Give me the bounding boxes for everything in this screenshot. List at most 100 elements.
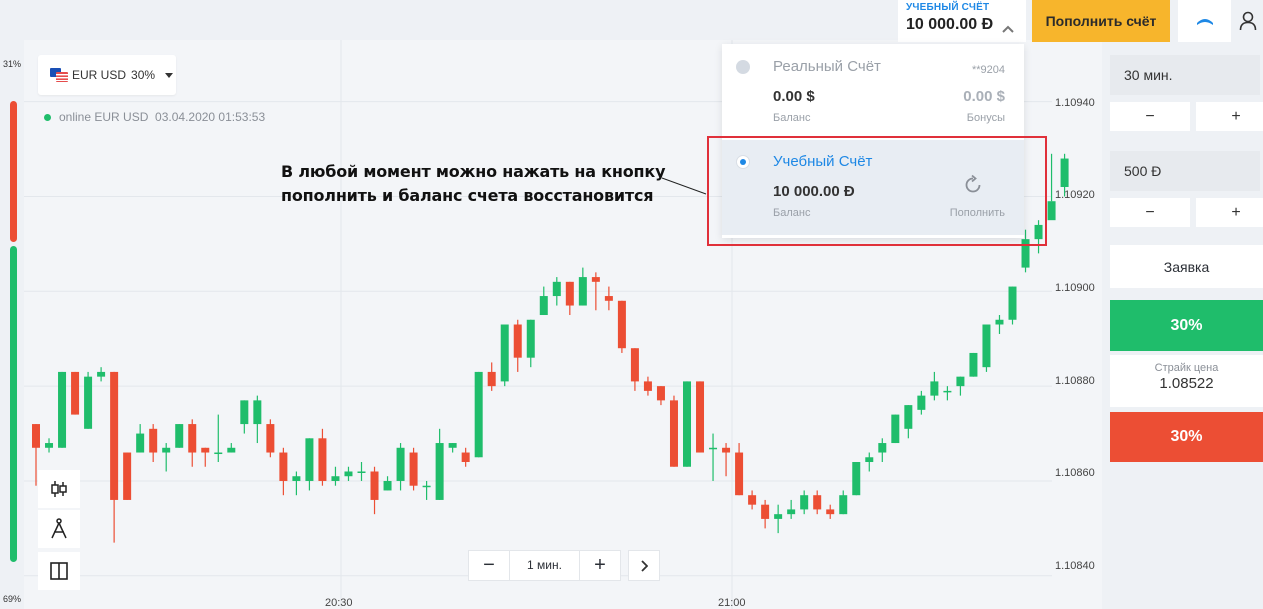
candle-body bbox=[748, 495, 757, 505]
candle-body bbox=[409, 452, 418, 486]
candle-body bbox=[136, 433, 145, 453]
y-tick-label: 1.10880 bbox=[1055, 375, 1095, 387]
candle-body bbox=[175, 424, 184, 448]
amount-minus-button[interactable]: − bbox=[1110, 198, 1190, 227]
y-tick-label: 1.10840 bbox=[1055, 560, 1095, 572]
candle-body bbox=[214, 452, 223, 455]
candle-body bbox=[1047, 201, 1056, 221]
duration-plus-button[interactable]: + bbox=[1196, 102, 1263, 131]
candle-body bbox=[917, 395, 926, 410]
candle-body bbox=[370, 471, 379, 500]
candle-body bbox=[240, 400, 249, 425]
candle-body bbox=[813, 495, 822, 510]
timeframe-label: 1 мин. bbox=[509, 551, 580, 580]
x-tick-label: 20:30 bbox=[325, 597, 353, 609]
account-type-label: УЧЕБНЫЙ СЧЁТ bbox=[906, 2, 990, 13]
y-tick-label: 1.10860 bbox=[1055, 467, 1095, 479]
candle-body bbox=[878, 443, 887, 453]
candle-body bbox=[930, 381, 939, 396]
duration-minus-button[interactable]: − bbox=[1110, 102, 1190, 131]
candle-body bbox=[617, 300, 626, 349]
candle-body bbox=[591, 277, 600, 282]
call-button[interactable]: 30% bbox=[1110, 300, 1263, 351]
compass-drawing-icon[interactable] bbox=[38, 510, 80, 548]
zoom-out-button[interactable]: − bbox=[469, 551, 509, 580]
candle-body bbox=[1008, 286, 1017, 320]
graduation-cap-icon[interactable] bbox=[1178, 0, 1231, 42]
candle-body bbox=[865, 457, 874, 463]
sentiment-bar-up bbox=[10, 246, 17, 562]
annotation-text: В любой момент можно нажать на кнопку по… bbox=[281, 160, 665, 208]
candle-body bbox=[162, 447, 171, 453]
candle-body bbox=[630, 348, 639, 382]
candle-body bbox=[774, 514, 783, 519]
real-account-radio[interactable] bbox=[736, 60, 750, 74]
y-tick-label: 1.10920 bbox=[1055, 189, 1095, 201]
scroll-forward-button[interactable] bbox=[628, 550, 660, 581]
candle-body bbox=[383, 480, 392, 491]
real-bonus-value: 0.00 $ bbox=[963, 88, 1005, 105]
candle-body bbox=[487, 371, 496, 387]
candle-body bbox=[683, 381, 691, 467]
candle-body bbox=[188, 424, 197, 453]
candle-body bbox=[852, 462, 861, 496]
candle-body bbox=[956, 376, 965, 387]
candle-body bbox=[800, 495, 809, 510]
account-selector[interactable]: УЧЕБНЫЙ СЧЁТ 10 000.00 Đ bbox=[898, 0, 1026, 42]
candle-body bbox=[552, 281, 561, 297]
deposit-button[interactable]: Пополнить счёт bbox=[1032, 0, 1170, 42]
chevron-up-icon bbox=[1002, 22, 1014, 36]
real-account-name: Реальный Счёт bbox=[773, 58, 881, 75]
highlight-box bbox=[707, 136, 1047, 246]
candle-body bbox=[669, 400, 678, 467]
candle-body bbox=[565, 281, 574, 306]
duration-field[interactable]: 30 мин. bbox=[1110, 55, 1260, 95]
amount-plus-button[interactable]: + bbox=[1196, 198, 1263, 227]
x-tick-label: 21:00 bbox=[718, 597, 746, 609]
candle-body bbox=[500, 324, 509, 382]
y-tick-label: 1.10940 bbox=[1055, 97, 1095, 109]
candle-body bbox=[149, 428, 158, 453]
candle-body bbox=[45, 443, 54, 448]
candle-body bbox=[995, 319, 1004, 325]
candle-body bbox=[904, 405, 913, 429]
candle-body bbox=[422, 485, 431, 488]
candle-body bbox=[331, 476, 340, 481]
candle-body bbox=[578, 277, 587, 306]
annotation-line-2: пополнить и баланс счета восстановится bbox=[281, 186, 654, 205]
candle-body bbox=[448, 443, 457, 448]
candle-body bbox=[513, 324, 522, 358]
candle-body bbox=[826, 509, 835, 515]
candle-body bbox=[735, 452, 744, 496]
real-balance-label: Баланс bbox=[773, 112, 811, 124]
candle-body bbox=[292, 476, 301, 481]
timeframe-control: − 1 мин. + bbox=[468, 550, 621, 581]
user-icon[interactable] bbox=[1232, 0, 1263, 42]
candle-body bbox=[539, 296, 548, 316]
candle-body bbox=[32, 424, 40, 448]
candle-body bbox=[839, 495, 848, 515]
real-account-number: **9204 bbox=[971, 64, 1005, 76]
real-account-option[interactable]: Реальный Счёт **9204 0.00 $ Баланс 0.00 … bbox=[722, 44, 1024, 136]
candle-body bbox=[84, 376, 93, 429]
candle-body bbox=[279, 452, 288, 481]
candle-body bbox=[969, 352, 978, 377]
put-button[interactable]: 30% bbox=[1110, 412, 1263, 462]
split-layout-icon[interactable] bbox=[38, 552, 80, 590]
annotation-line-1: В любой момент можно нажать на кнопку bbox=[281, 162, 666, 181]
candle-body bbox=[709, 447, 718, 450]
bottom-percent: 69% bbox=[3, 594, 22, 604]
amount-field[interactable]: 500 Đ bbox=[1110, 151, 1260, 191]
candle-body bbox=[643, 381, 652, 391]
order-button[interactable]: Заявка bbox=[1110, 245, 1263, 288]
candle-body bbox=[696, 381, 705, 453]
candle-body bbox=[1060, 158, 1069, 187]
candles-icon[interactable] bbox=[38, 470, 80, 508]
candle-body bbox=[435, 443, 444, 500]
candle-body bbox=[943, 390, 952, 393]
candle-body bbox=[526, 319, 535, 358]
zoom-in-button[interactable]: + bbox=[580, 551, 620, 580]
candle-body bbox=[604, 296, 613, 301]
real-bonus-label: Бонусы bbox=[966, 112, 1005, 124]
candle-body bbox=[123, 452, 132, 500]
